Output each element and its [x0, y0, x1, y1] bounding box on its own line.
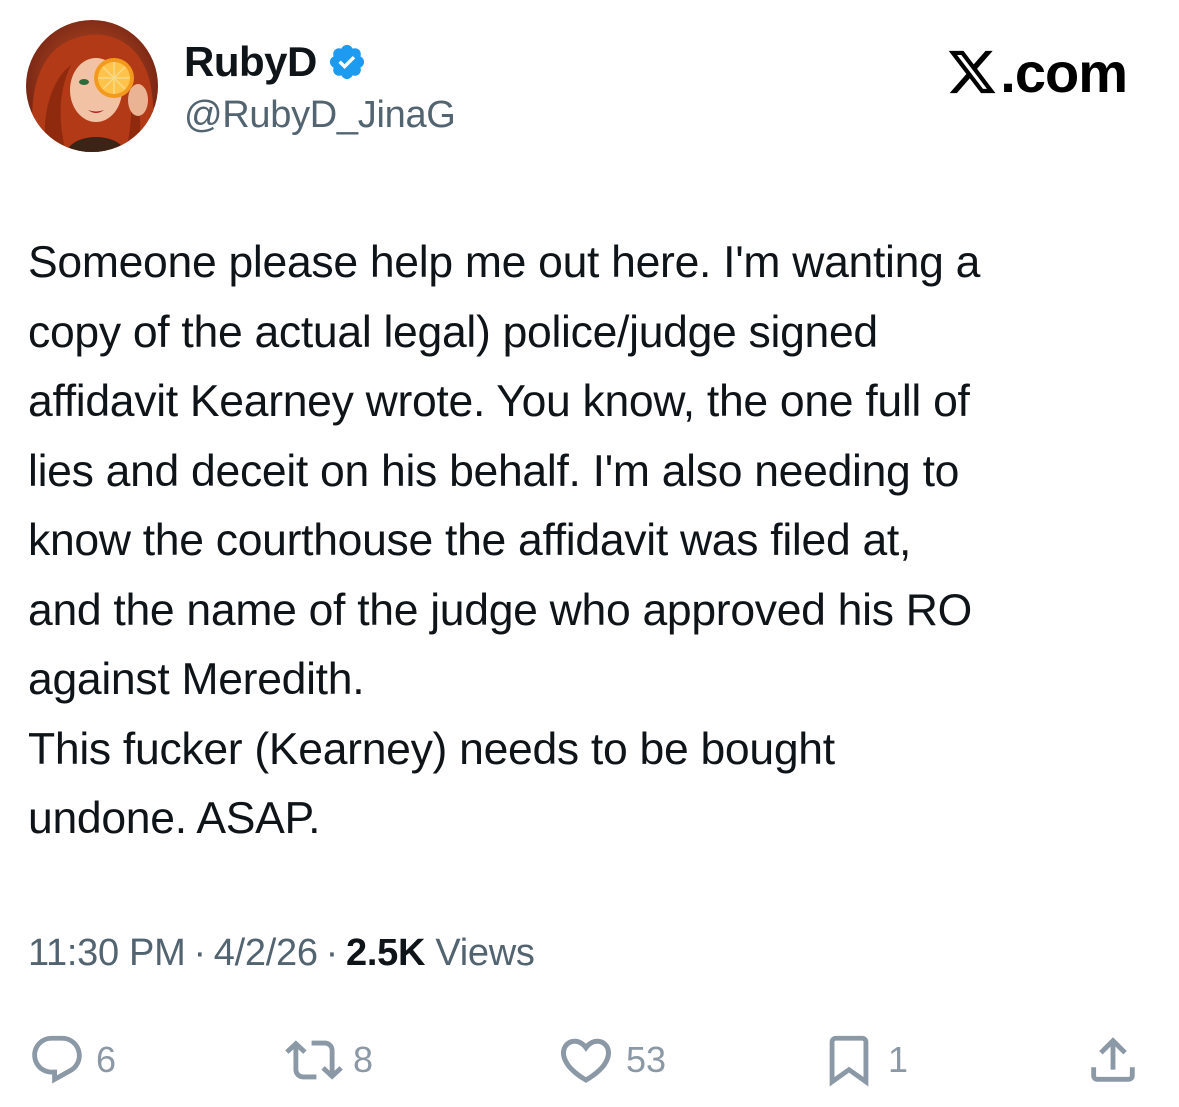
display-name[interactable]: RubyD: [184, 38, 317, 86]
display-name-row: RubyD: [184, 36, 456, 88]
reply-icon: [32, 1035, 82, 1084]
brand-logo: .com: [946, 40, 1128, 104]
x-logo-icon: [946, 46, 998, 98]
tweet-line: know the courthouse the affidavit was fi…: [28, 516, 912, 565]
user-handle[interactable]: @RubyD_JinaG: [184, 94, 456, 137]
tweet-line: undone. ASAP.: [28, 794, 321, 843]
like-count: 53: [626, 1039, 667, 1080]
heart-icon: [560, 1038, 612, 1083]
repost-icon: [285, 1040, 343, 1080]
tweet-line: against Meredith.: [28, 655, 365, 704]
author-info: RubyD @RubyD_JinaG: [184, 36, 456, 137]
tweet-line: copy of the actual legal) police/judge s…: [28, 307, 878, 357]
tweet-line: Someone please help me out here. I'm wan…: [28, 238, 981, 287]
meta-separator: ·: [193, 932, 206, 974]
tweet-time[interactable]: 11:30 PM: [28, 932, 186, 974]
tweet-line: affidavit Kearney wrote. You know, the o…: [28, 377, 970, 426]
repost-button[interactable]: 8: [285, 1030, 373, 1090]
meta-separator: ·: [325, 932, 339, 974]
tweet-date[interactable]: 4/2/26: [214, 932, 318, 974]
reply-button[interactable]: 6: [28, 1030, 116, 1090]
reply-count: 6: [96, 1039, 117, 1080]
tweet-line: lies and deceit on his behalf. I'm also …: [28, 446, 960, 496]
bookmark-icon: [829, 1035, 869, 1087]
bookmark-count: 1: [888, 1039, 909, 1080]
action-bar: 6 8 53 1: [0, 1030, 1179, 1090]
like-button[interactable]: 53: [556, 1030, 666, 1090]
share-button[interactable]: [1084, 1030, 1142, 1090]
brand-text: .com: [1000, 40, 1128, 104]
tweet-meta: 11:30 PM · 4/2/26 · 2.5K Views: [28, 932, 535, 975]
tweet-line: and the name of the judge who approved h…: [28, 585, 972, 635]
tweet-line: This fucker (Kearney) needs to be bought: [28, 724, 835, 774]
tweet-card: RubyD @RubyD_JinaG .com Someone please h…: [0, 0, 1179, 1107]
views-label: Views: [435, 932, 535, 974]
repost-count: 8: [353, 1039, 374, 1080]
views-count: 2.5K: [346, 932, 426, 974]
share-icon: [1091, 1037, 1135, 1082]
profile-avatar[interactable]: [26, 20, 158, 152]
avatar-image: [26, 20, 158, 152]
tweet-text: Someone please help me out here. I'm wan…: [28, 228, 1158, 854]
bookmark-button[interactable]: 1: [820, 1030, 908, 1090]
verified-badge-icon[interactable]: [327, 42, 367, 82]
